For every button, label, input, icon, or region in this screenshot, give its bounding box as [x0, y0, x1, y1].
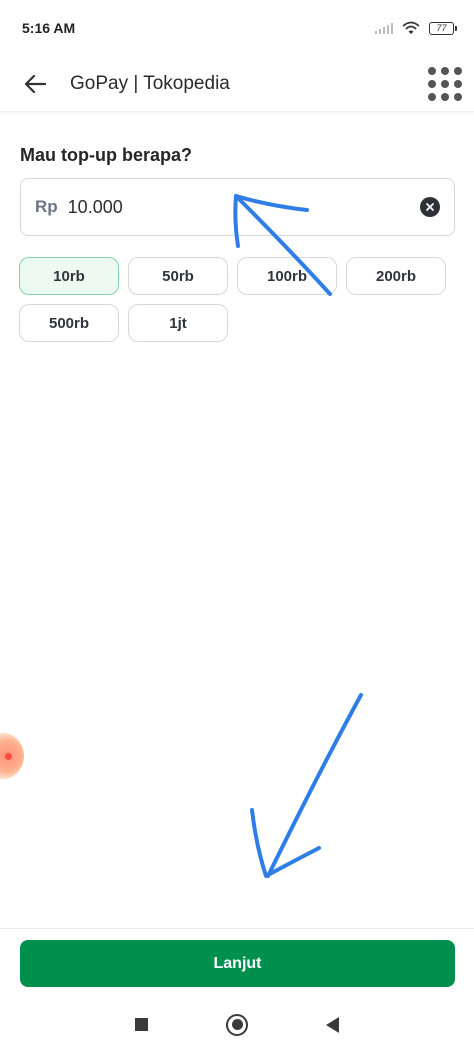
grid-menu-icon[interactable] [428, 66, 462, 101]
amount-chip-500rb[interactable]: 500rb [19, 304, 119, 342]
amount-chip-200rb[interactable]: 200rb [346, 257, 446, 295]
signal-icon [374, 22, 393, 34]
amount-chip-1jt[interactable]: 1jt [128, 304, 228, 342]
screen: 5:16 AM 77 GoPay | Tokopedia Mau top-up … [0, 0, 474, 1053]
floating-assistant-bubble[interactable] [0, 733, 24, 779]
amount-chip-10rb[interactable]: 10rb [19, 257, 119, 295]
clear-icon[interactable] [420, 197, 440, 217]
amount-field[interactable]: Rp [20, 178, 455, 236]
annotation-arrow-bottom [250, 693, 363, 878]
amount-input[interactable] [67, 196, 420, 218]
status-time: 5:16 AM [22, 20, 76, 36]
arrow-left-icon [24, 74, 46, 93]
amount-chip-100rb[interactable]: 100rb [237, 257, 337, 295]
page-title: GoPay | Tokopedia [70, 72, 230, 94]
back-button[interactable] [0, 56, 70, 112]
wifi-icon [402, 21, 420, 34]
home-icon[interactable] [226, 1013, 248, 1036]
app-header: GoPay | Tokopedia [0, 56, 474, 112]
back-icon[interactable] [326, 1016, 339, 1033]
amount-chip-50rb[interactable]: 50rb [128, 257, 228, 295]
status-bar: 5:16 AM 77 [0, 0, 474, 56]
battery-icon: 77 [429, 21, 457, 35]
status-icons: 77 [374, 21, 457, 35]
system-nav-bar [0, 996, 474, 1053]
currency-label: Rp [35, 197, 58, 216]
continue-button[interactable]: Lanjut [20, 940, 455, 987]
recents-icon[interactable] [135, 1018, 148, 1031]
topup-question: Mau top-up berapa? [20, 145, 192, 165]
